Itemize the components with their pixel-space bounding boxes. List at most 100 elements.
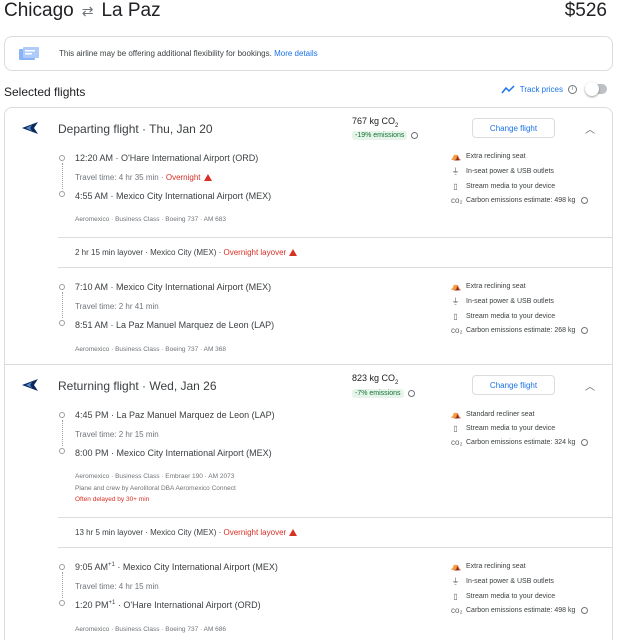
departing-title: Departing flight · Thu, Jan 20 [58, 122, 213, 136]
arrival-row: 1:20 PM+1 · O'Hare International Airport… [75, 600, 261, 610]
layover-info: 2 hr 15 min layover · Mexico City (MEX) … [75, 248, 298, 257]
travel-time: Travel time: 4 hr 35 min · Overnight [75, 173, 212, 182]
aeromexico-logo-icon [22, 122, 38, 134]
segment-line [62, 420, 63, 446]
returning-title: Returning flight · Wed, Jan 26 [58, 379, 217, 393]
arrival-dot [59, 320, 65, 326]
flight-meta: Aeromexico · Business Class · Boeing 737… [75, 346, 227, 353]
amenity-item: co₂ Carbon emissions estimate: 324 kg [451, 438, 589, 447]
info-icon[interactable] [581, 197, 589, 204]
amenities-list: ⛺ Extra reclining seat ⏚ In-seat power & U… [451, 282, 589, 335]
amenities-list: ⛺ Extra reclining seat ⏚ In-seat power & U… [451, 562, 589, 615]
power-plug-icon: ⏚ [451, 167, 460, 176]
track-prices-label: Track prices [519, 84, 563, 94]
route-title: Chicago ⇄ La Paz [4, 0, 161, 22]
chevron-up-icon[interactable]: ︿ [585, 378, 595, 393]
selected-flights-heading: Selected flights [4, 85, 86, 99]
divider [58, 547, 613, 548]
track-prices-toggle[interactable] [585, 82, 607, 96]
emissions-badge: -7% emissions [352, 389, 404, 398]
amenity-item: ⛺ Extra reclining seat [451, 282, 526, 291]
amenity-item: ⏚ In-seat power & USB outlets [451, 167, 554, 176]
notice-text: This airline may be offering additional … [59, 49, 272, 58]
departing-emissions: -19% emissions [352, 131, 419, 140]
arrival-row: 4:55 AM · Mexico City International Airp… [75, 191, 272, 201]
arrival-row: 8:00 PM · Mexico City International Airp… [75, 448, 272, 458]
departure-dot [59, 284, 65, 290]
amenity-item: co₂ Carbon emissions estimate: 498 kg [451, 196, 589, 205]
seat-icon: ⛺ [451, 410, 461, 419]
info-icon[interactable] [581, 607, 589, 614]
co2-icon: co₂ [451, 326, 463, 335]
departure-dot [59, 412, 65, 418]
change-returning-button[interactable]: Change flight [472, 375, 555, 395]
returning-emissions: -7% emissions [352, 389, 415, 398]
departure-row: 12:20 AM · O'Hare International Airport … [75, 153, 259, 163]
seat-icon: ⛺ [451, 152, 461, 161]
amenity-item: ⏚ In-seat power & USB outlets [451, 577, 554, 586]
trend-icon [501, 84, 515, 93]
amenity-item: ⛺ Extra reclining seat [451, 152, 526, 161]
co2-icon: co₂ [451, 606, 463, 615]
travel-time: Travel time: 2 hr 15 min [75, 430, 159, 439]
phone-icon: ▯ [453, 592, 458, 601]
amenities-list: ⛺ Standard recliner seat ▯ Stream media to… [451, 410, 589, 447]
power-plug-icon: ⏚ [451, 577, 460, 586]
departure-dot [59, 155, 65, 161]
change-departing-button[interactable]: Change flight [472, 118, 555, 138]
amenity-item: co₂ Carbon emissions estimate: 268 kg [451, 326, 589, 335]
origin-city: Chicago [4, 0, 74, 21]
amenity-item: co₂ Carbon emissions estimate: 498 kg [451, 606, 589, 615]
travel-time: Travel time: 2 hr 41 min [75, 302, 159, 311]
departure-row: 9:05 AM+1 · Mexico City International Ai… [75, 562, 278, 572]
flexibility-notice: This airline may be offering additional … [4, 36, 613, 71]
departure-dot [59, 564, 65, 570]
flight-meta: Aeromexico · Business Class · Boeing 737… [75, 216, 227, 223]
arrival-dot [59, 448, 65, 454]
phone-icon: ▯ [453, 424, 458, 433]
info-icon[interactable]: i [568, 84, 577, 94]
destination-city: La Paz [101, 0, 161, 21]
segment-line [62, 572, 63, 598]
returning-co2: 823 kg CO2 [352, 373, 399, 386]
info-icon[interactable] [581, 439, 589, 446]
arrival-dot [59, 600, 65, 606]
arrival-dot [59, 191, 65, 197]
info-icon[interactable] [407, 390, 415, 397]
chevron-up-icon[interactable]: ︿ [585, 121, 595, 136]
amenities-list: ⛺ Extra reclining seat ⏚ In-seat power & U… [451, 152, 589, 205]
layover-info: 13 hr 5 min layover · Mexico City (MEX) … [75, 528, 298, 537]
phone-icon: ▯ [453, 312, 458, 321]
amenity-item: ▯ Stream media to your device [451, 424, 588, 433]
amenity-item: ⏚ In-seat power & USB outlets [451, 297, 554, 306]
amenity-item: ▯ Stream media to your device [451, 592, 588, 601]
segment-line [62, 292, 63, 318]
power-plug-icon: ⏚ [451, 297, 460, 306]
seat-icon: ⛺ [451, 562, 461, 571]
amenity-item: ▯ Stream media to your device [451, 182, 588, 191]
swap-arrows-icon: ⇄ [81, 2, 94, 19]
info-icon[interactable] [581, 327, 589, 334]
aeromexico-logo-icon [22, 379, 38, 391]
total-price: $526 [564, 0, 607, 21]
arrival-row: 8:51 AM · La Paz Manuel Marquez de Leon … [75, 320, 275, 330]
operator-note: Plane and crew by Aerolitoral DBA Aerome… [75, 485, 236, 492]
co2-icon: co₂ [451, 438, 463, 447]
emissions-badge: -19% emissions [352, 131, 408, 140]
divider [58, 237, 613, 238]
airline-card-icon [19, 46, 39, 60]
departing-co2: 767 kg CO2 [352, 116, 399, 129]
warning-icon [289, 249, 298, 257]
flight-meta: Aeromexico · Business Class · Boeing 737… [75, 626, 227, 633]
departure-row: 7:10 AM · Mexico City International Airp… [75, 282, 272, 292]
info-icon[interactable] [411, 132, 419, 139]
flight-meta: Aeromexico · Business Class · Embraer 19… [75, 473, 235, 480]
divider [58, 517, 613, 518]
travel-time: Travel time: 4 hr 15 min [75, 582, 159, 591]
phone-icon: ▯ [453, 182, 458, 191]
more-details-link[interactable]: More details [274, 49, 318, 58]
amenity-item: ⛺ Standard recliner seat [451, 410, 535, 419]
track-prices[interactable]: Track prices i [501, 82, 607, 96]
departure-row: 4:45 PM · La Paz Manuel Marquez de Leon … [75, 410, 275, 420]
divider [58, 267, 613, 268]
